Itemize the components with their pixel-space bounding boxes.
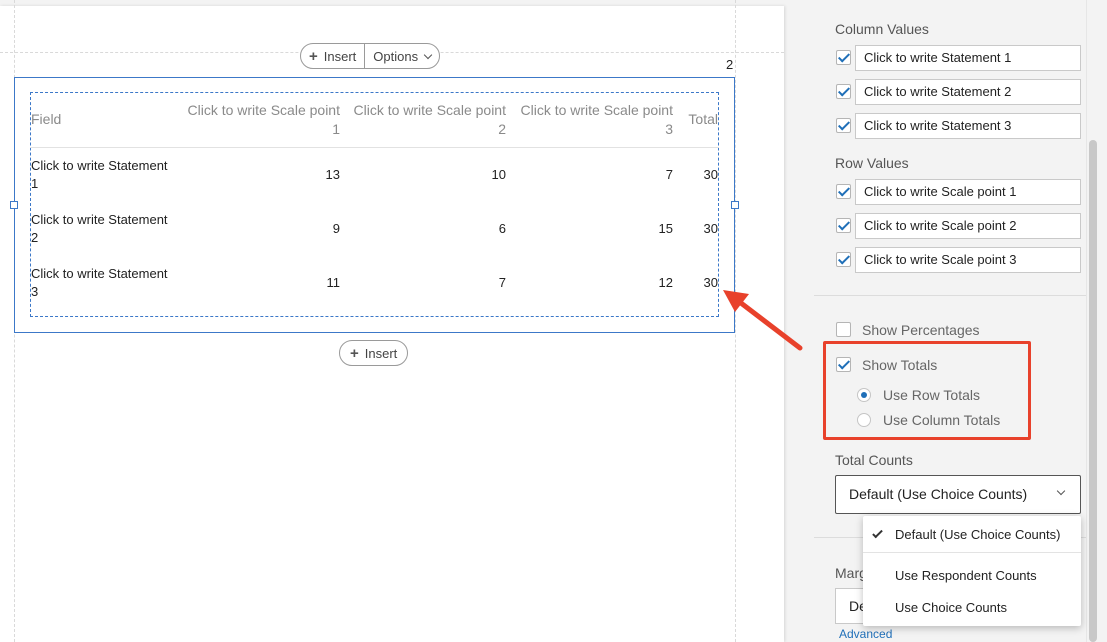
row-value-checkbox[interactable] <box>836 184 851 199</box>
dropdown-option-choice-counts[interactable]: Use Choice Counts <box>863 600 1081 615</box>
resize-handle-left[interactable] <box>10 201 18 209</box>
annotation-arrow-icon <box>723 290 803 351</box>
column-value-input[interactable]: Click to write Statement 3 <box>855 113 1081 139</box>
table-header-col-1: Click to write Scale point 1 <box>187 102 340 137</box>
table-cell: 7 <box>665 167 673 182</box>
page-number: 2 <box>726 57 734 72</box>
total-counts-select[interactable]: Default (Use Choice Counts) <box>835 475 1081 514</box>
resize-handle-right[interactable] <box>731 201 739 209</box>
dropdown-option-label: Use Choice Counts <box>895 600 1007 615</box>
survey-canvas: + Insert Options 2 Field Click to write … <box>0 0 784 642</box>
column-value-checkbox[interactable] <box>836 50 851 65</box>
table-header-divider <box>30 147 719 148</box>
table-cell: 9 <box>332 221 340 236</box>
options-label: Options <box>373 48 419 64</box>
insert-button[interactable]: + Insert <box>340 341 407 365</box>
plus-icon: + <box>309 47 318 65</box>
table-cell-total: 30 <box>703 275 718 290</box>
insert-label: Insert <box>323 48 357 64</box>
column-value-checkbox[interactable] <box>836 118 851 133</box>
advanced-link[interactable]: Advanced <box>839 627 892 641</box>
table-header-col-3: Click to write Scale point 3 <box>520 102 673 137</box>
show-percentages-checkbox[interactable] <box>836 322 851 337</box>
row-value-input[interactable]: Click to write Scale point 1 <box>855 179 1081 205</box>
table-cell: 7 <box>498 275 506 290</box>
bottom-insert-control: + Insert <box>339 340 409 366</box>
dropdown-option-default[interactable]: Default (Use Choice Counts) <box>863 527 1081 542</box>
table-cell: 13 <box>325 167 340 182</box>
row-value-input[interactable]: Click to write Scale point 2 <box>855 213 1081 239</box>
chevron-down-icon <box>1056 486 1066 496</box>
table-row-field[interactable]: Click to write Statement 2 <box>31 211 168 247</box>
row-value-checkbox[interactable] <box>836 252 851 267</box>
table-row-field[interactable]: Click to write Statement 3 <box>31 265 168 301</box>
row-value-input[interactable]: Click to write Scale point 3 <box>855 247 1081 273</box>
chevron-down-icon <box>423 50 433 59</box>
insert-label: Insert <box>364 345 398 361</box>
top-insert-options-control: + Insert Options <box>300 43 441 69</box>
dropdown-option-respondent-counts[interactable]: Use Respondent Counts <box>863 568 1081 583</box>
row-value-checkbox[interactable] <box>836 218 851 233</box>
show-percentages-label: Show Percentages <box>862 322 980 338</box>
annotation-highlight-box <box>823 341 1031 440</box>
table-cell-total: 30 <box>703 167 718 182</box>
total-counts-label: Total Counts <box>835 452 913 468</box>
table-row-field[interactable]: Click to write Statement 1 <box>31 157 168 193</box>
panel-scrollbar-thumb[interactable] <box>1089 140 1097 642</box>
dropdown-option-label: Default (Use Choice Counts) <box>895 527 1061 542</box>
table-cell: 11 <box>326 275 341 290</box>
table-cell: 10 <box>491 167 506 182</box>
dropdown-option-label: Use Respondent Counts <box>895 568 1037 583</box>
table-cell: 12 <box>658 275 673 290</box>
row-values-label: Row Values <box>835 155 909 171</box>
plus-icon: + <box>350 344 359 362</box>
total-counts-value: Default (Use Choice Counts) <box>849 486 1028 502</box>
dropdown-divider <box>863 552 1081 553</box>
table-header-total: Total <box>688 111 718 127</box>
options-button[interactable]: Options <box>364 44 439 68</box>
total-counts-dropdown-menu: Default (Use Choice Counts) Use Responde… <box>863 516 1081 626</box>
column-value-input[interactable]: Click to write Statement 1 <box>855 45 1081 71</box>
column-value-checkbox[interactable] <box>836 84 851 99</box>
column-values-label: Column Values <box>835 21 929 37</box>
table-cell: 15 <box>658 221 673 236</box>
section-divider <box>814 295 1086 296</box>
table-cell: 6 <box>498 221 506 236</box>
table-header-col-2: Click to write Scale point 2 <box>353 102 506 137</box>
check-icon <box>872 527 883 539</box>
column-value-input[interactable]: Click to write Statement 2 <box>855 79 1081 105</box>
table-cell-total: 30 <box>703 221 718 236</box>
insert-button[interactable]: + Insert <box>301 44 364 68</box>
table-header-field: Field <box>31 111 62 127</box>
